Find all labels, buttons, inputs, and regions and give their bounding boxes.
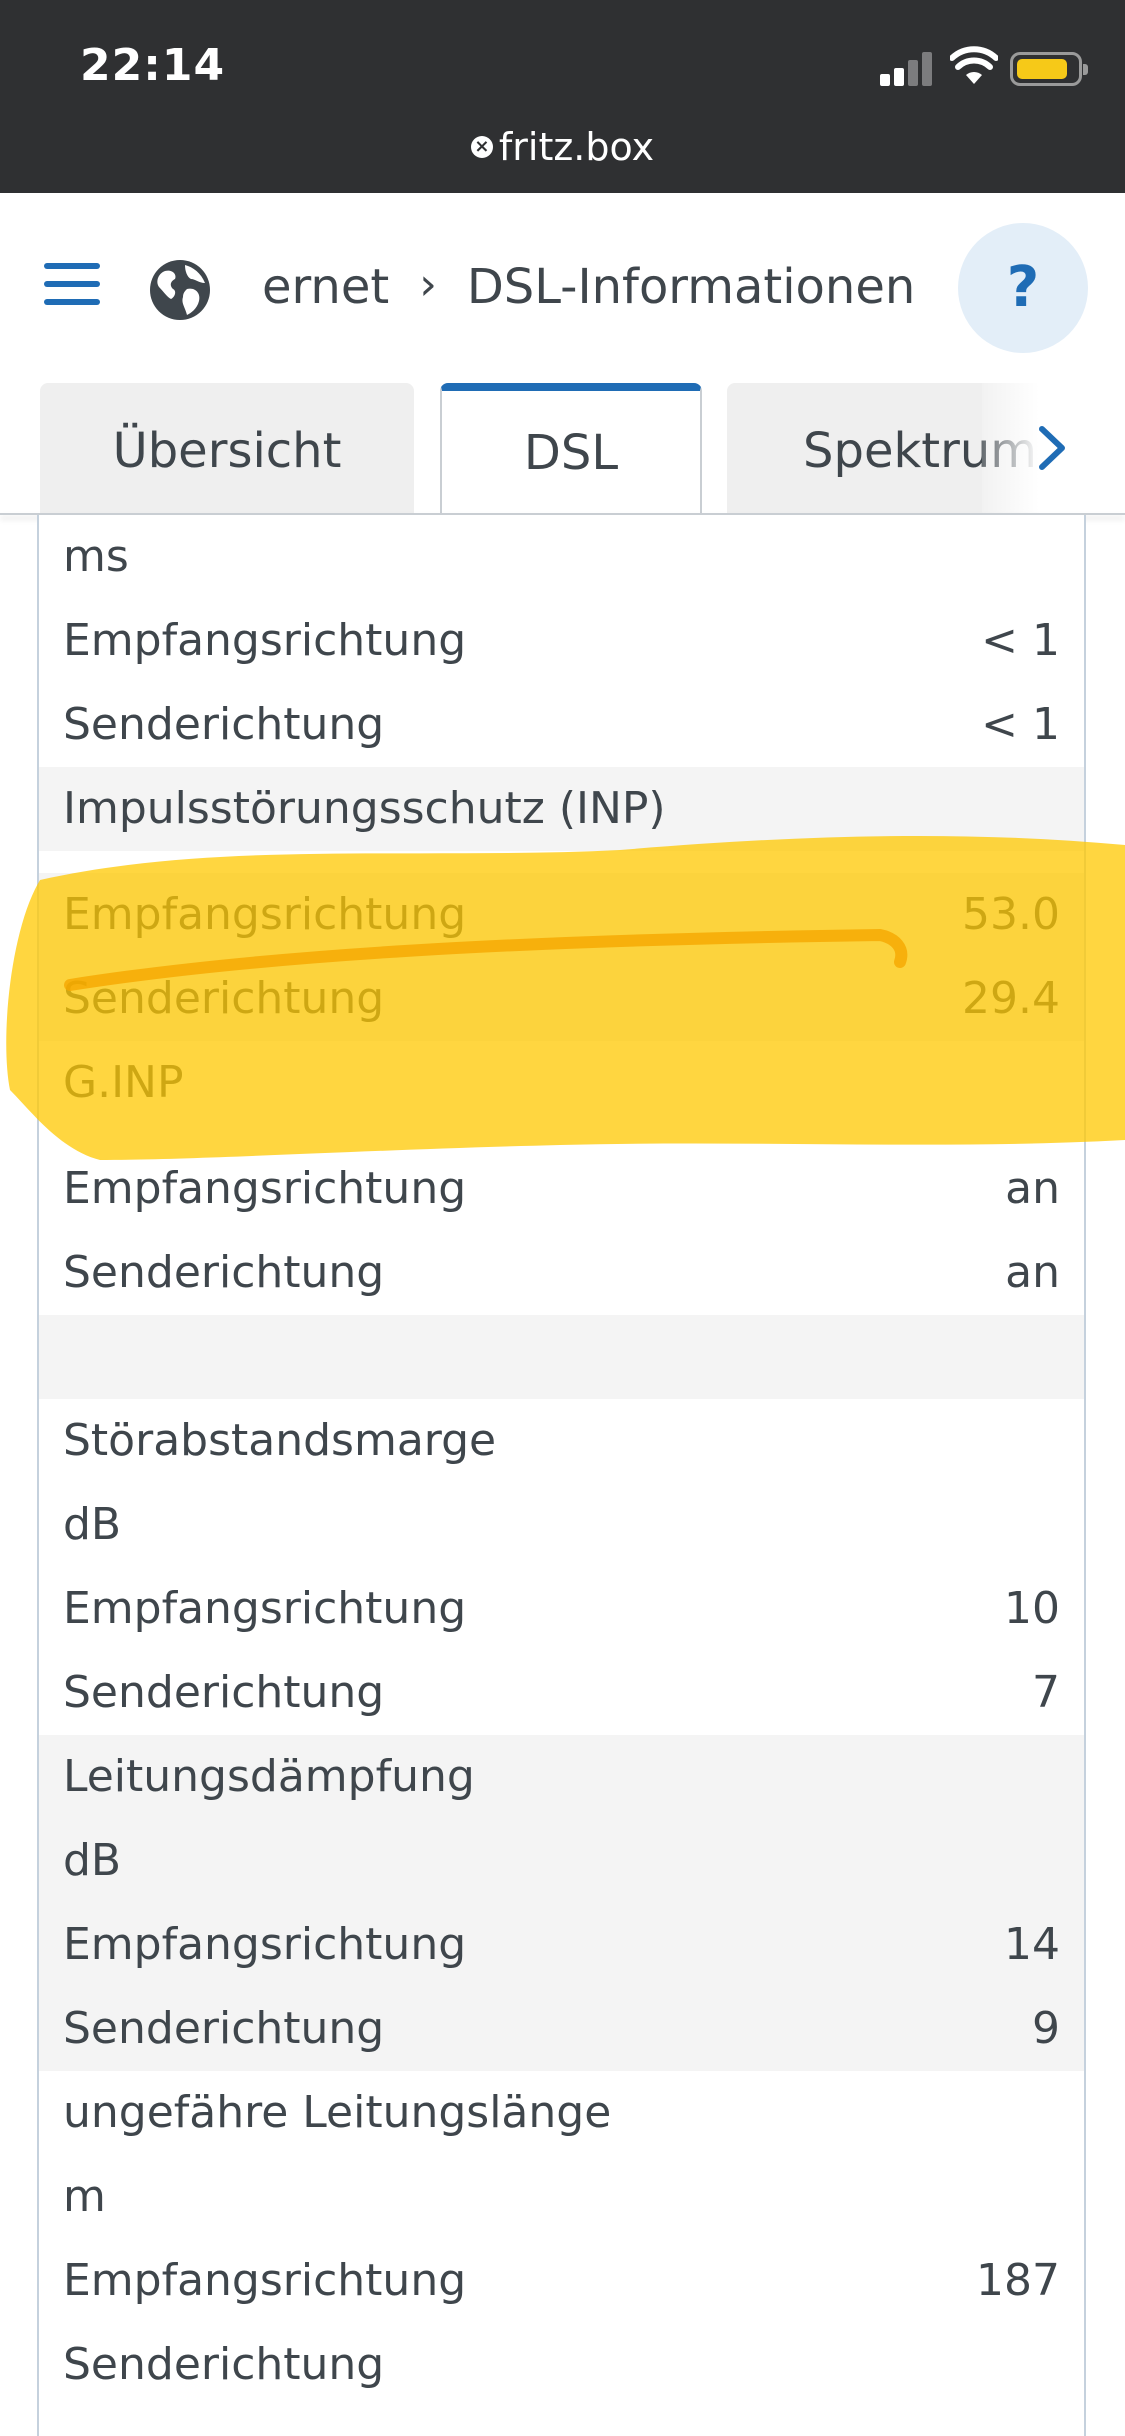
table-row: Empfangsrichtung 53.0 bbox=[39, 873, 1084, 957]
row-label: Empfangsrichtung bbox=[63, 615, 467, 666]
row-label: ms bbox=[63, 531, 129, 582]
wifi-icon bbox=[950, 46, 998, 84]
tab-dsl[interactable]: DSL bbox=[440, 383, 702, 515]
row-label: Empfangsrichtung bbox=[63, 889, 467, 940]
row-label: Senderichtung bbox=[63, 973, 385, 1024]
breadcrumb-separator: › bbox=[419, 259, 437, 310]
row-label: Senderichtung bbox=[63, 1247, 385, 1298]
row-label: Senderichtung bbox=[63, 1667, 385, 1718]
status-bar: 22:14 × fritz.box bbox=[0, 0, 1125, 193]
table-row: Senderichtung 9 bbox=[39, 1987, 1084, 2071]
row-label: Störabstandsmarge bbox=[63, 1415, 497, 1466]
row-label: Senderichtung bbox=[63, 699, 385, 750]
page-header: ernet › DSL-Informationen ? bbox=[0, 193, 1125, 383]
table-row-spacer bbox=[39, 1315, 1084, 1399]
globe-icon[interactable] bbox=[147, 257, 213, 323]
url-lock-icon: × bbox=[470, 135, 493, 158]
row-label: Senderichtung bbox=[63, 2339, 385, 2390]
help-button[interactable]: ? bbox=[958, 223, 1088, 353]
row-value: 7 bbox=[1032, 1667, 1060, 1718]
table-row: Senderichtung 29.4 bbox=[39, 957, 1084, 1041]
row-value: an bbox=[1005, 1163, 1060, 1214]
table-row: dB bbox=[39, 1819, 1084, 1903]
table-row: Empfangsrichtung 14 bbox=[39, 1903, 1084, 1987]
tab-uebersicht[interactable]: Übersicht bbox=[40, 383, 414, 515]
status-time: 22:14 bbox=[80, 40, 226, 91]
chevron-right-icon[interactable] bbox=[1032, 423, 1072, 473]
table-row: Senderichtung 7 bbox=[39, 1651, 1084, 1735]
table-row: Senderichtung < 1 bbox=[39, 683, 1084, 767]
table-row: Empfangsrichtung 187 bbox=[39, 2239, 1084, 2323]
battery-icon bbox=[1010, 52, 1088, 86]
row-value: 187 bbox=[976, 2255, 1060, 2306]
breadcrumb-parent[interactable]: ernet bbox=[262, 259, 389, 315]
menu-icon[interactable] bbox=[44, 263, 100, 307]
table-row: Empfangsrichtung 10 bbox=[39, 1567, 1084, 1651]
row-label: G.INP bbox=[63, 1057, 184, 1108]
row-value: 14 bbox=[1004, 1919, 1060, 1970]
row-label: Empfangsrichtung bbox=[63, 1919, 467, 1970]
page-title: DSL-Informationen bbox=[466, 259, 916, 315]
row-value: an bbox=[1005, 1247, 1060, 1298]
row-value: 10 bbox=[1004, 1583, 1060, 1634]
table-row: Störabstandsmarge bbox=[39, 1399, 1084, 1483]
table-row: Impulsstörungsschutz (INP) bbox=[39, 767, 1084, 851]
table-row: Empfangsrichtung an bbox=[39, 1147, 1084, 1231]
url-text: fritz.box bbox=[498, 125, 655, 169]
row-label: dB bbox=[63, 1499, 122, 1550]
dsl-info-table: ms Empfangsrichtung < 1 Senderichtung < 1 … bbox=[37, 515, 1086, 2436]
row-label: dB bbox=[63, 1835, 122, 1886]
row-label: Senderichtung bbox=[63, 2003, 385, 2054]
table-row: Senderichtung bbox=[39, 2323, 1084, 2407]
tab-bar: Übersicht DSL Spektrum bbox=[0, 383, 1125, 515]
table-row: Senderichtung an bbox=[39, 1231, 1084, 1315]
row-label: Empfangsrichtung bbox=[63, 2255, 467, 2306]
table-row: ms bbox=[39, 515, 1084, 599]
row-value: < 1 bbox=[981, 615, 1060, 666]
row-label: m bbox=[63, 2171, 106, 2222]
table-row: Leitungsdämpfung bbox=[39, 1735, 1084, 1819]
row-label: Leitungsdämpfung bbox=[63, 1751, 475, 1802]
row-value: 9 bbox=[1032, 2003, 1060, 2054]
row-label: Impulsstörungsschutz (INP) bbox=[63, 783, 666, 834]
row-value: 29.4 bbox=[962, 973, 1060, 1024]
row-label: Empfangsrichtung bbox=[63, 1583, 467, 1634]
row-value: 53.0 bbox=[962, 889, 1060, 940]
row-label: ungefähre Leitungslänge bbox=[63, 2087, 612, 2138]
breadcrumb: ernet › DSL-Informationen bbox=[262, 259, 915, 315]
table-row: dB bbox=[39, 1483, 1084, 1567]
table-row: ungefähre Leitungslänge bbox=[39, 2071, 1084, 2155]
row-label: Empfangsrichtung bbox=[63, 1163, 467, 1214]
table-row: G.INP bbox=[39, 1041, 1084, 1125]
table-row: m bbox=[39, 2155, 1084, 2239]
url-bar[interactable]: × fritz.box bbox=[0, 125, 1125, 169]
row-value: < 1 bbox=[981, 699, 1060, 750]
table-row: Empfangsrichtung < 1 bbox=[39, 599, 1084, 683]
signal-icon bbox=[880, 50, 932, 86]
